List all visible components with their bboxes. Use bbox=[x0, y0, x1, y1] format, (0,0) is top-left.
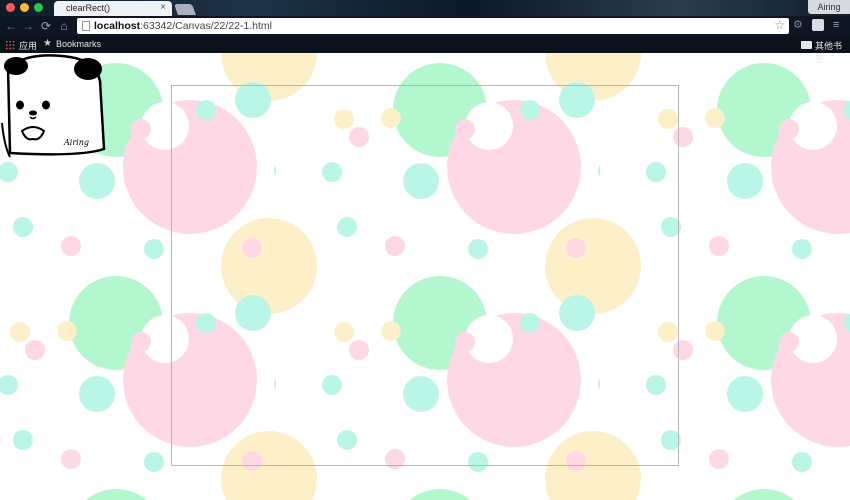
minimize-window-button[interactable] bbox=[20, 3, 29, 12]
tab-active[interactable]: clearRect() × bbox=[54, 1, 172, 16]
bookmark-star-small-icon: ★ bbox=[43, 38, 52, 49]
folder-icon bbox=[801, 41, 812, 49]
tab-close-icon[interactable]: × bbox=[160, 2, 166, 13]
extension-s-icon[interactable] bbox=[812, 19, 824, 31]
mascot-signature: Airing bbox=[63, 138, 89, 147]
bookmark-star-icon[interactable]: ☆ bbox=[774, 18, 785, 32]
bookmarks-link[interactable]: Bookmarks bbox=[56, 39, 101, 49]
reload-icon[interactable]: ⟳ bbox=[38, 18, 54, 34]
menu-icon[interactable]: ≡ bbox=[833, 19, 844, 31]
close-window-button[interactable] bbox=[6, 3, 15, 12]
profile-button[interactable]: Airing bbox=[808, 0, 850, 14]
title-bar: clearRect() × Airing bbox=[0, 0, 850, 16]
page-icon bbox=[82, 21, 90, 31]
extension-gear-icon[interactable]: ⚙ bbox=[793, 19, 805, 31]
forward-icon[interactable]: → bbox=[20, 18, 36, 34]
page-content: Airing bbox=[0, 53, 850, 500]
panda-mascot-image: Airing bbox=[1, 54, 106, 158]
url-text: localhost:63342/Canvas/22/22-1.html bbox=[94, 20, 273, 32]
back-icon[interactable]: ← bbox=[3, 18, 19, 34]
apps-grid-icon[interactable] bbox=[5, 40, 15, 50]
zoom-window-button[interactable] bbox=[34, 3, 43, 12]
canvas-element[interactable] bbox=[171, 85, 679, 466]
new-tab-button[interactable] bbox=[173, 4, 197, 15]
apps-link[interactable]: 应用 bbox=[19, 39, 37, 52]
address-bar[interactable]: localhost:63342/Canvas/22/22-1.html ☆ bbox=[77, 18, 789, 34]
browser-toolbar: ← → ⟳ ⌂ localhost:63342/Canvas/22/22-1.h… bbox=[0, 16, 850, 37]
home-icon[interactable]: ⌂ bbox=[56, 18, 72, 34]
bookmarks-bar: 应用 ★ Bookmarks 其他书签 bbox=[0, 37, 850, 64]
tab-title: clearRect() bbox=[66, 3, 111, 13]
